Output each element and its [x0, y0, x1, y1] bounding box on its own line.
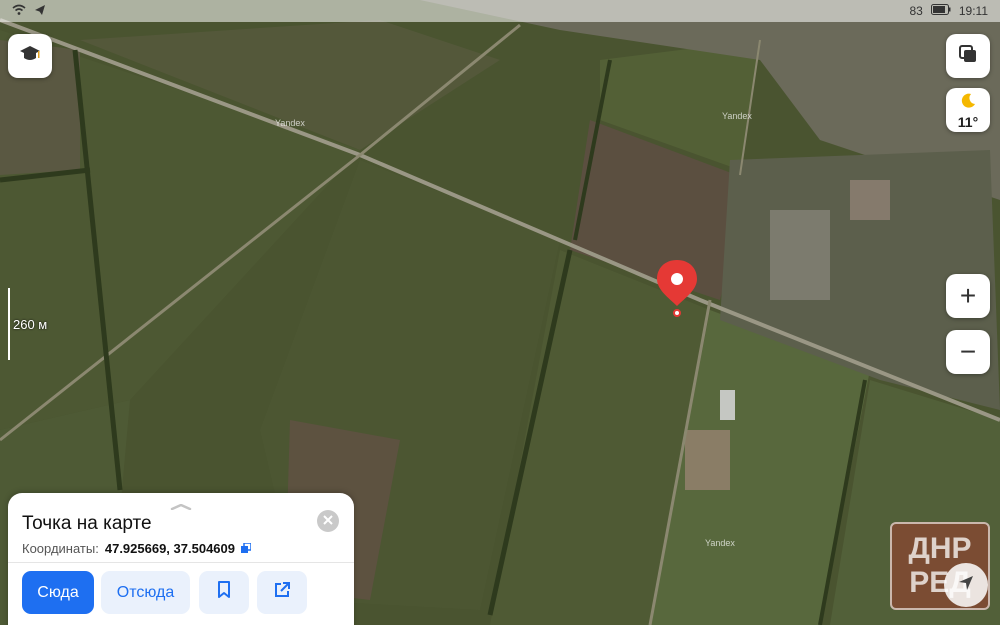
yandex-watermark: Yandex	[275, 118, 305, 128]
point-info-card: Точка на карте Координаты: 47.925669, 37…	[8, 493, 354, 625]
close-icon	[323, 512, 333, 530]
weather-temperature: 11°	[957, 113, 979, 130]
route-from-button[interactable]: Отсюда	[101, 571, 190, 614]
share-icon	[273, 581, 291, 604]
zoom-out-button[interactable]: −	[946, 330, 990, 374]
pin-point-marker	[673, 309, 681, 317]
coordinates-row: Координаты: 47.925669, 37.504609	[22, 541, 252, 556]
battery-level: 83	[909, 4, 923, 18]
map-scale: 260 м	[8, 288, 68, 360]
navigation-button[interactable]	[944, 563, 988, 607]
copy-icon[interactable]	[241, 541, 252, 556]
telegram-icon	[34, 4, 46, 19]
battery-icon	[930, 4, 951, 18]
layers-icon	[957, 43, 979, 70]
logo-text-top: ДНР	[908, 532, 972, 565]
bookmark-button[interactable]	[199, 571, 249, 614]
route-here-button[interactable]: Сюда	[22, 571, 94, 614]
yandex-watermark: Yandex	[722, 111, 752, 121]
plus-icon: +	[959, 280, 977, 311]
yandex-watermark: Yandex	[705, 538, 735, 548]
education-button[interactable]	[8, 34, 52, 78]
bookmark-icon	[217, 581, 231, 604]
navigation-icon	[957, 574, 975, 597]
card-divider	[8, 562, 354, 563]
card-title: Точка на карте	[22, 513, 152, 534]
share-button[interactable]	[257, 571, 307, 614]
wifi-icon	[12, 4, 26, 19]
weather-button[interactable]: 11°	[946, 88, 990, 132]
coordinates-label: Координаты:	[22, 541, 99, 556]
education-icon	[19, 44, 41, 69]
coordinates-value[interactable]: 47.925669, 37.504609	[105, 541, 235, 556]
minus-icon: −	[959, 336, 977, 367]
moon-icon	[959, 92, 977, 115]
status-bar: 83 19:11	[0, 0, 1000, 22]
close-button[interactable]	[317, 510, 339, 532]
zoom-in-button[interactable]: +	[946, 274, 990, 318]
clock: 19:11	[958, 4, 988, 18]
layers-button[interactable]	[946, 34, 990, 78]
card-drag-handle[interactable]	[170, 497, 192, 511]
scale-bar	[8, 288, 10, 360]
scale-label: 260 м	[13, 317, 48, 332]
